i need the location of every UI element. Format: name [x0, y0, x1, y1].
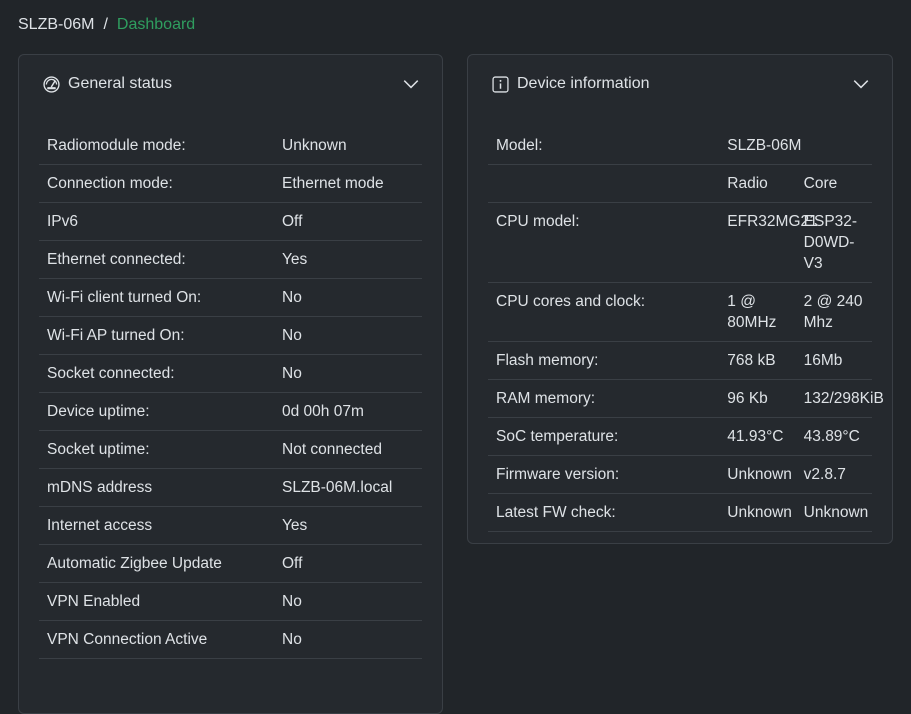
general-status-card: General status Radiomodule mode: Unknown C… [18, 54, 443, 714]
status-value: No [274, 620, 422, 659]
status-label: Internet access [39, 506, 274, 545]
status-label: Radiomodule mode: [39, 127, 274, 165]
status-value: Not connected [274, 430, 422, 469]
info-label: Firmware version: [488, 455, 720, 494]
model-value: SLZB-06M [719, 127, 872, 165]
radio-value: Unknown [719, 455, 796, 494]
status-label: VPN Enabled [39, 582, 274, 621]
breadcrumb-current[interactable]: Dashboard [117, 16, 195, 34]
general-status-title: General status [68, 75, 173, 92]
status-value: No [274, 316, 422, 355]
status-label: IPv6 [39, 202, 274, 241]
breadcrumb-device[interactable]: SLZB-06M [18, 16, 94, 34]
info-label: RAM memory: [488, 379, 720, 418]
table-row: Wi-Fi client turned On: No [39, 278, 422, 317]
radio-value: 768 kB [719, 341, 796, 380]
table-row: VPN Enabled No [39, 582, 422, 621]
device-information-card: Device information Model: SLZB-06M Radio… [467, 54, 893, 544]
table-row: Flash memory: 768 kB 16Mb [488, 341, 872, 380]
info-label: SoC temperature: [488, 417, 720, 456]
status-value: Ethernet mode [274, 164, 422, 203]
general-status-header[interactable]: General status [43, 73, 420, 95]
status-value: SLZB-06M.local [274, 468, 422, 507]
status-label: Device uptime: [39, 392, 274, 431]
info-label: CPU model: [488, 202, 720, 283]
status-value: No [274, 354, 422, 393]
status-value: 0d 00h 07m [274, 392, 422, 431]
core-value: 16Mb [795, 341, 872, 380]
table-row: mDNS address SLZB-06M.local [39, 468, 422, 507]
table-row: Device uptime: 0d 00h 07m [39, 392, 422, 431]
status-label: Socket connected: [39, 354, 274, 393]
status-value: Yes [274, 240, 422, 279]
table-row: CPU model: EFR32MG21 ESP32-D0WD-V3 [488, 202, 872, 283]
gauge-icon [43, 75, 60, 93]
chevron-down-icon[interactable] [402, 75, 420, 93]
table-row: Latest FW check: Unknown Unknown [488, 493, 872, 532]
core-value: v2.8.7 [795, 455, 872, 494]
core-value: 132/298KiB [795, 379, 884, 418]
table-row: Firmware version: Unknown v2.8.7 [488, 455, 872, 494]
status-value: Off [274, 202, 422, 241]
column-header-radio: Radio [719, 164, 796, 203]
core-value: 2 @ 240 Mhz [795, 282, 872, 342]
model-label: Model: [488, 127, 720, 165]
table-row: Connection mode: Ethernet mode [39, 164, 422, 203]
radio-value: Unknown [719, 493, 796, 532]
radio-value: EFR32MG21 [719, 202, 818, 283]
status-label: Socket uptime: [39, 430, 274, 469]
status-label: Wi-Fi AP turned On: [39, 316, 274, 355]
core-value: ESP32-D0WD-V3 [795, 202, 872, 283]
table-row: CPU cores and clock: 1 @ 80MHz 2 @ 240 Mhz [488, 282, 872, 342]
breadcrumb-separator: / [103, 16, 108, 33]
status-value: No [274, 278, 422, 317]
table-row: Model: SLZB-06M [488, 127, 872, 165]
empty-cell [488, 164, 720, 203]
column-header-core: Core [795, 164, 872, 203]
core-value: Unknown [795, 493, 872, 532]
status-label: Automatic Zigbee Update [39, 544, 274, 583]
device-information-title: Device information [517, 75, 650, 92]
device-information-header[interactable]: Device information [492, 73, 870, 95]
status-value: Unknown [274, 127, 422, 165]
table-row: SoC temperature: 41.93°C 43.89°C [488, 417, 872, 456]
table-row: Ethernet connected: Yes [39, 240, 422, 279]
info-icon [492, 75, 509, 93]
status-value: Off [274, 544, 422, 583]
table-row: Automatic Zigbee Update Off [39, 544, 422, 583]
core-value: 43.89°C [795, 417, 872, 456]
status-label: Ethernet connected: [39, 240, 274, 279]
status-label: mDNS address [39, 468, 274, 507]
device-information-table: Model: SLZB-06M Radio Core CPU model: EFR… [488, 127, 884, 532]
table-row: Wi-Fi AP turned On: No [39, 316, 422, 355]
status-label: Wi-Fi client turned On: [39, 278, 274, 317]
table-row: Radio Core [488, 164, 872, 203]
chevron-down-icon[interactable] [852, 75, 870, 93]
radio-value: 1 @ 80MHz [719, 282, 796, 342]
table-row: RAM memory: 96 Kb 132/298KiB [488, 379, 884, 418]
table-row: Internet access Yes [39, 506, 422, 545]
table-row: VPN Connection Active No [39, 620, 422, 659]
table-row: IPv6 Off [39, 202, 422, 241]
status-value: No [274, 582, 422, 621]
radio-value: 41.93°C [719, 417, 796, 456]
table-row: Radiomodule mode: Unknown [39, 127, 422, 165]
status-label: Connection mode: [39, 164, 274, 203]
table-row: Socket connected: No [39, 354, 422, 393]
radio-value: 96 Kb [719, 379, 796, 418]
status-value: Yes [274, 506, 422, 545]
breadcrumb: SLZB-06M / Dashboard [18, 16, 195, 34]
info-label: Latest FW check: [488, 493, 720, 532]
status-label: VPN Connection Active [39, 620, 274, 659]
table-row: Socket uptime: Not connected [39, 430, 422, 469]
info-label: Flash memory: [488, 341, 720, 380]
info-label: CPU cores and clock: [488, 282, 720, 342]
general-status-table: Radiomodule mode: Unknown Connection mode:… [39, 127, 422, 659]
